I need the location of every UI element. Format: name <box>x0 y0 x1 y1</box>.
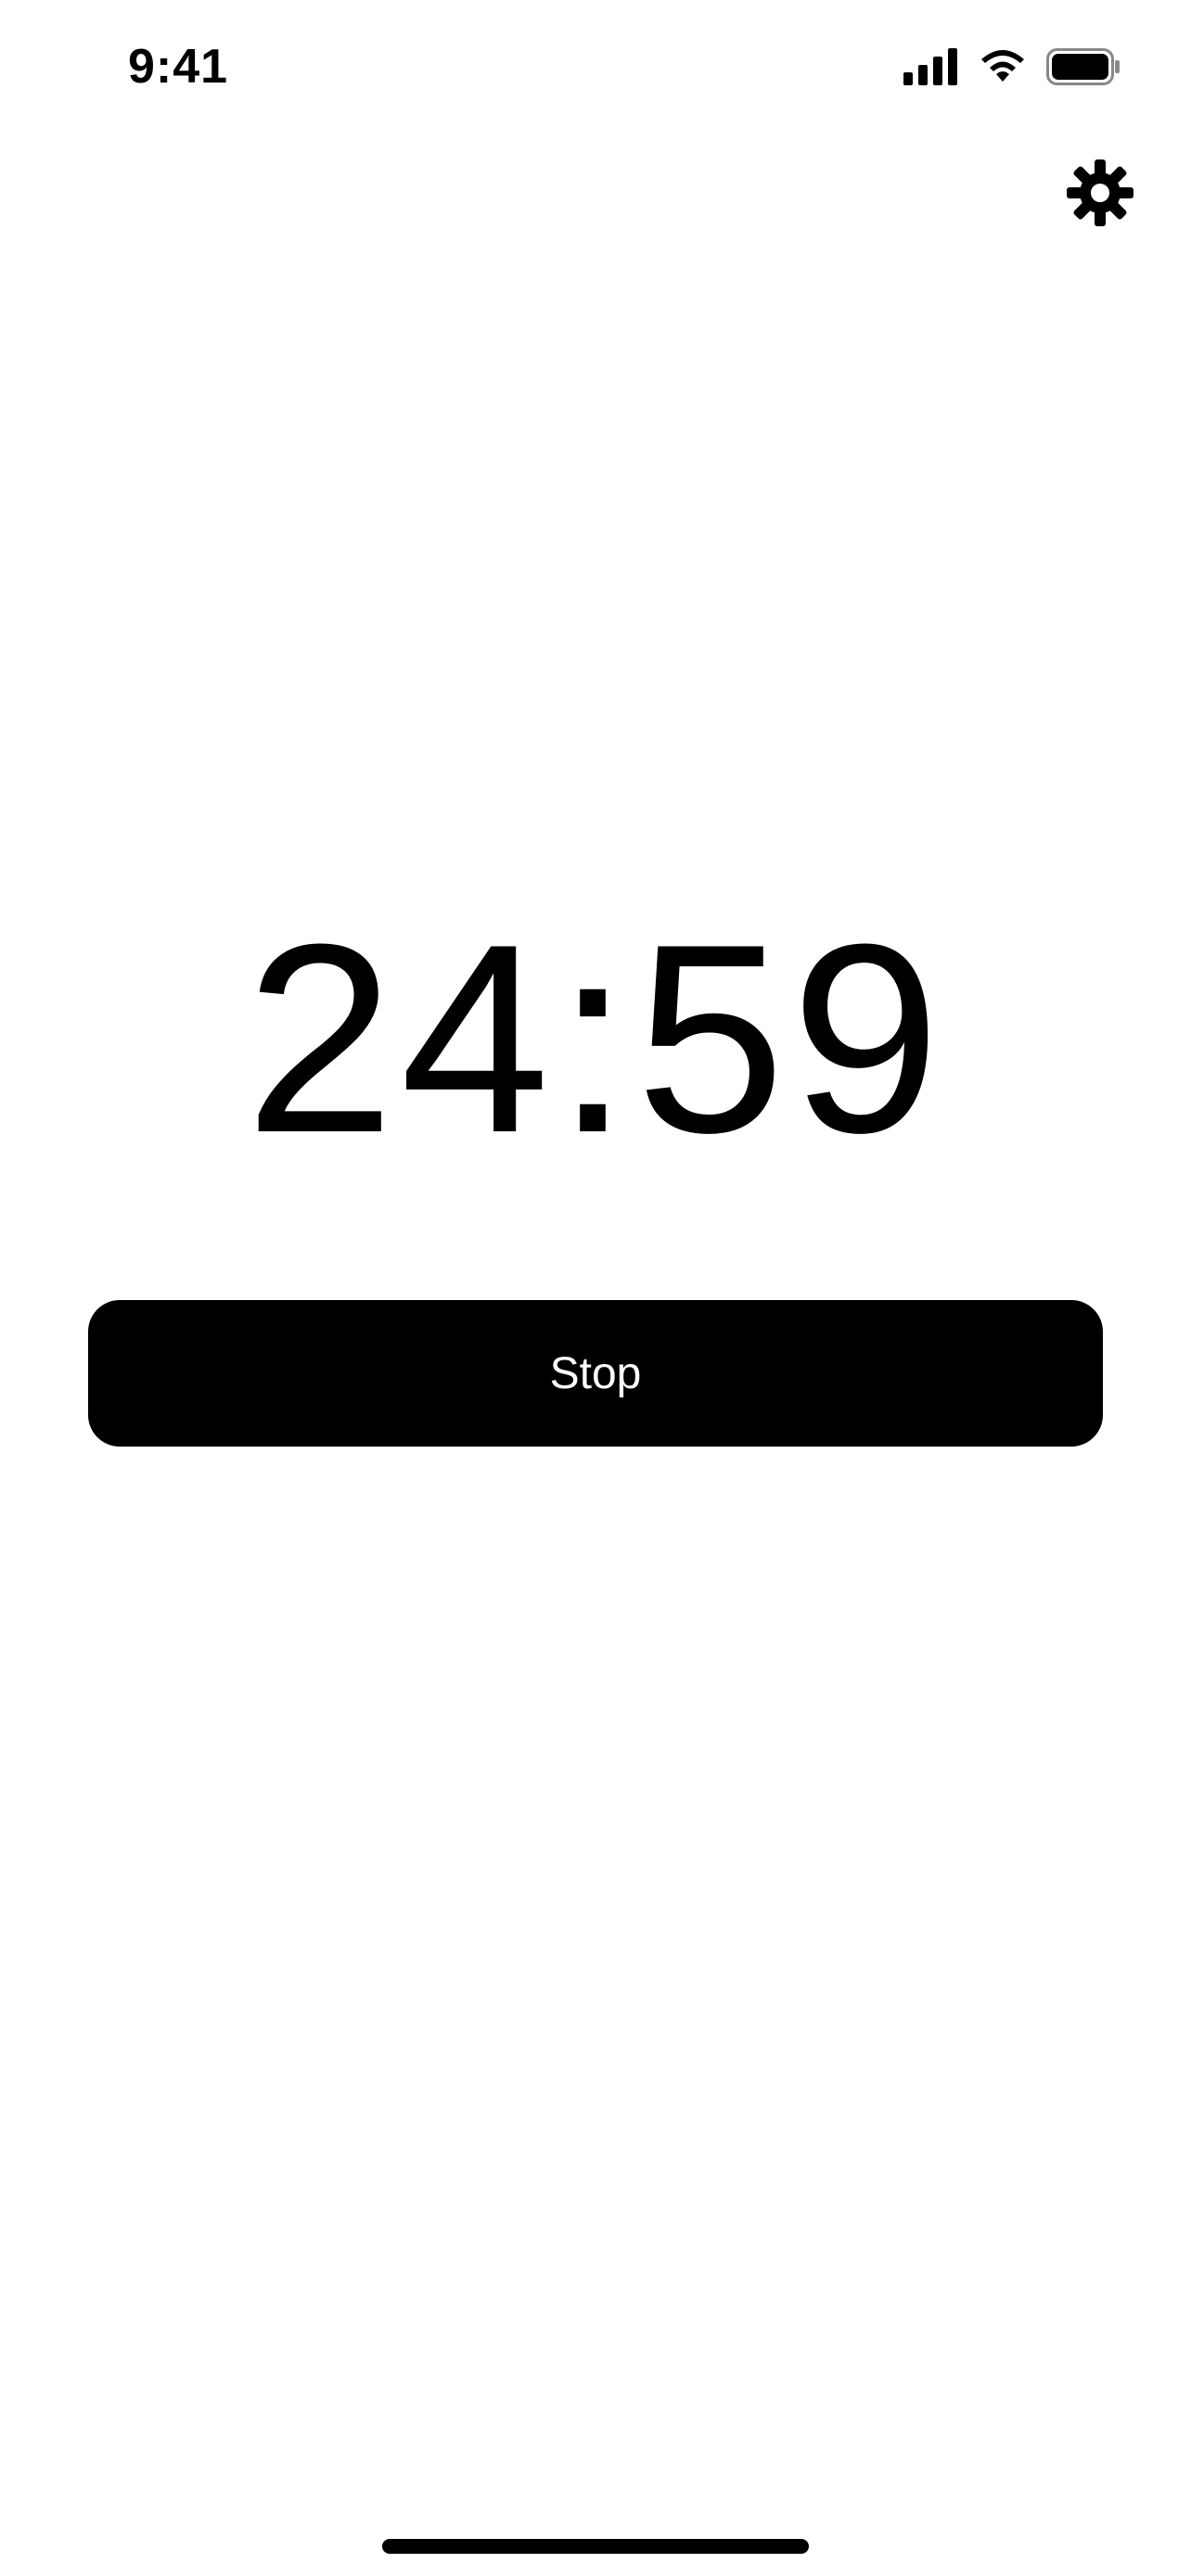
status-icons <box>903 45 1121 89</box>
settings-button[interactable] <box>1067 159 1133 226</box>
status-bar: 9:41 <box>0 0 1191 130</box>
wifi-icon <box>981 50 1024 82</box>
home-indicator[interactable] <box>382 2539 809 2554</box>
timer-display: 24:59 <box>245 888 946 1189</box>
gear-icon <box>1067 159 1133 226</box>
battery-icon <box>1046 48 1120 85</box>
status-time: 9:41 <box>128 40 229 94</box>
cellular-signal-icon <box>903 48 957 85</box>
stop-button[interactable]: Stop <box>88 1300 1103 1447</box>
